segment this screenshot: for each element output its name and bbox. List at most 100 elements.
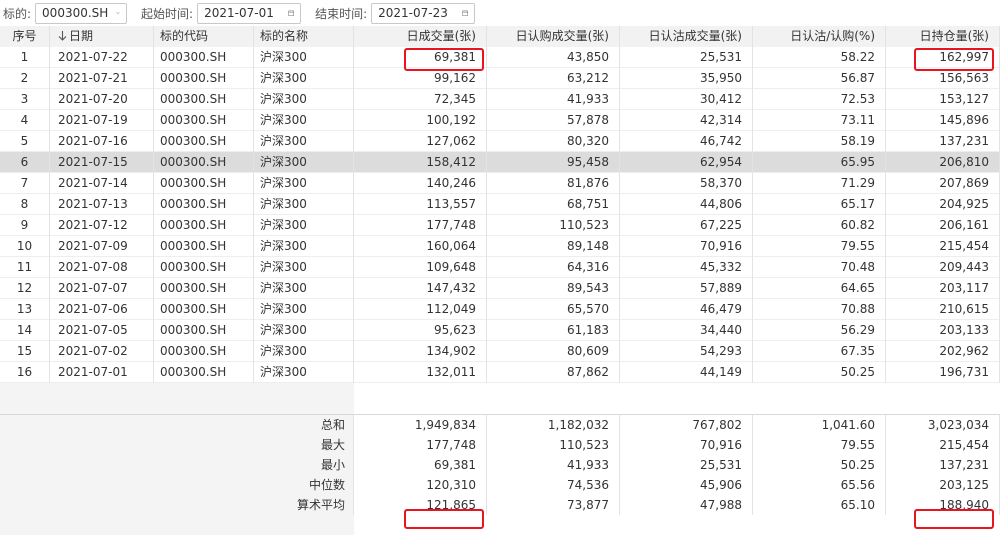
row-put-volume: 34,440 (620, 320, 753, 341)
end-date-picker[interactable]: 2021-07-23 (371, 2, 476, 24)
header-put-call-ratio[interactable]: 日认沽/认购(%) (753, 26, 886, 47)
row-symbol-name: 沪深300 (254, 341, 354, 362)
row-call-volume: 41,933 (487, 89, 620, 110)
summary-row: 中位数 120,310 74,536 45,906 65.56 203,125 (0, 475, 1000, 495)
start-date-picker[interactable]: 2021-07-01 (197, 2, 302, 24)
row-call-volume: 81,876 (487, 173, 620, 194)
row-date: 2021-07-19 (50, 110, 154, 131)
row-index: 2 (0, 68, 50, 89)
table-row[interactable]: 6 2021-07-15 000300.SH 沪深300 158,412 95,458 62… (0, 152, 1000, 173)
row-date: 2021-07-21 (50, 68, 154, 89)
row-daily-volume: 140,246 (354, 173, 487, 194)
header-symbol-name[interactable]: 标的名称 (254, 26, 354, 47)
summary-put-volume: 767,802 (620, 415, 753, 435)
chevron-down-icon (116, 12, 120, 15)
table-row[interactable]: 1 2021-07-22 000300.SH 沪深300 69,381 43,850 25,… (0, 47, 1000, 68)
table-row[interactable]: 16 2021-07-01 000300.SH 沪深300 132,011 87,862 4… (0, 362, 1000, 383)
calendar-icon (288, 10, 294, 16)
end-date-label: 结束时间: (315, 6, 368, 21)
row-put-volume: 25,531 (620, 47, 753, 68)
table-row[interactable]: 4 2021-07-19 000300.SH 沪深300 100,192 57,878 42… (0, 110, 1000, 131)
row-put-volume: 54,293 (620, 341, 753, 362)
highlight-first-daily-volume (404, 48, 484, 71)
summary-daily-volume: 1,949,834 (354, 415, 487, 435)
row-symbol-name: 沪深300 (254, 194, 354, 215)
header-open-interest[interactable]: 日持仓量(张) (886, 26, 1000, 47)
row-open-interest: 206,161 (886, 215, 1000, 236)
row-open-interest: 203,117 (886, 278, 1000, 299)
row-open-interest: 145,896 (886, 110, 1000, 131)
row-put-call-ratio: 58.19 (753, 131, 886, 152)
table-row[interactable]: 3 2021-07-20 000300.SH 沪深300 72,345 41,933 30,… (0, 89, 1000, 110)
row-symbol-name: 沪深300 (254, 278, 354, 299)
row-daily-volume: 95,623 (354, 320, 487, 341)
row-put-call-ratio: 70.48 (753, 257, 886, 278)
row-put-volume: 46,479 (620, 299, 753, 320)
row-symbol-name: 沪深300 (254, 236, 354, 257)
row-put-call-ratio: 71.29 (753, 173, 886, 194)
table-row[interactable]: 7 2021-07-14 000300.SH 沪深300 140,246 81,876 58… (0, 173, 1000, 194)
row-index: 14 (0, 320, 50, 341)
row-put-call-ratio: 73.11 (753, 110, 886, 131)
table-row[interactable]: 9 2021-07-12 000300.SH 沪深300 177,748 110,523 6… (0, 215, 1000, 236)
row-open-interest: 202,962 (886, 341, 1000, 362)
row-index: 5 (0, 131, 50, 152)
row-symbol-code: 000300.SH (154, 68, 254, 89)
row-symbol-name: 沪深300 (254, 47, 354, 68)
summary-daily-volume: 177,748 (354, 435, 487, 455)
table-row[interactable]: 10 2021-07-09 000300.SH 沪深300 160,064 89,148 7… (0, 236, 1000, 257)
empty-area (0, 383, 354, 415)
row-index: 8 (0, 194, 50, 215)
header-date-label: 日期 (69, 29, 94, 43)
row-open-interest: 215,454 (886, 236, 1000, 257)
summary-put-call-ratio: 79.55 (753, 435, 886, 455)
table-row[interactable]: 8 2021-07-13 000300.SH 沪深300 113,557 68,751 44… (0, 194, 1000, 215)
table-row[interactable]: 15 2021-07-02 000300.SH 沪深300 134,902 80,609 5… (0, 341, 1000, 362)
row-put-call-ratio: 67.35 (753, 341, 886, 362)
row-call-volume: 64,316 (487, 257, 620, 278)
row-symbol-name: 沪深300 (254, 362, 354, 383)
row-index: 16 (0, 362, 50, 383)
row-symbol-code: 000300.SH (154, 215, 254, 236)
header-call-volume[interactable]: 日认购成交量(张) (487, 26, 620, 47)
row-call-volume: 89,543 (487, 278, 620, 299)
row-call-volume: 65,570 (487, 299, 620, 320)
highlight-avg-open-interest (914, 509, 994, 529)
header-symbol-code[interactable]: 标的代码 (154, 26, 254, 47)
header-date[interactable]: 日期 (50, 26, 154, 47)
row-symbol-name: 沪深300 (254, 299, 354, 320)
row-date: 2021-07-05 (50, 320, 154, 341)
row-symbol-code: 000300.SH (154, 173, 254, 194)
row-put-call-ratio: 56.87 (753, 68, 886, 89)
row-symbol-name: 沪深300 (254, 110, 354, 131)
row-put-volume: 57,889 (620, 278, 753, 299)
row-symbol-name: 沪深300 (254, 68, 354, 89)
table-row[interactable]: 14 2021-07-05 000300.SH 沪深300 95,623 61,183 34… (0, 320, 1000, 341)
row-index: 7 (0, 173, 50, 194)
summary-open-interest: 203,125 (886, 475, 1000, 495)
row-index: 13 (0, 299, 50, 320)
row-daily-volume: 72,345 (354, 89, 487, 110)
symbol-select[interactable]: 000300.SH (35, 2, 128, 24)
header-daily-volume[interactable]: 日成交量(张) (354, 26, 487, 47)
row-put-volume: 46,742 (620, 131, 753, 152)
table-row[interactable]: 5 2021-07-16 000300.SH 沪深300 127,062 80,320 46… (0, 131, 1000, 152)
row-daily-volume: 127,062 (354, 131, 487, 152)
row-symbol-name: 沪深300 (254, 131, 354, 152)
row-open-interest: 203,133 (886, 320, 1000, 341)
table-row[interactable]: 11 2021-07-08 000300.SH 沪深300 109,648 64,316 4… (0, 257, 1000, 278)
row-open-interest: 209,443 (886, 257, 1000, 278)
table-row[interactable]: 13 2021-07-06 000300.SH 沪深300 112,049 65,570 4… (0, 299, 1000, 320)
row-put-volume: 45,332 (620, 257, 753, 278)
table-row[interactable]: 2 2021-07-21 000300.SH 沪深300 99,162 63,212 35,… (0, 68, 1000, 89)
row-date: 2021-07-12 (50, 215, 154, 236)
row-put-call-ratio: 56.29 (753, 320, 886, 341)
table-row[interactable]: 12 2021-07-07 000300.SH 沪深300 147,432 89,543 5… (0, 278, 1000, 299)
row-call-volume: 57,878 (487, 110, 620, 131)
header-put-volume[interactable]: 日认沽成交量(张) (620, 26, 753, 47)
header-index[interactable]: 序号 (0, 26, 50, 47)
row-daily-volume: 113,557 (354, 194, 487, 215)
row-put-volume: 44,806 (620, 194, 753, 215)
row-open-interest: 153,127 (886, 89, 1000, 110)
row-index: 4 (0, 110, 50, 131)
